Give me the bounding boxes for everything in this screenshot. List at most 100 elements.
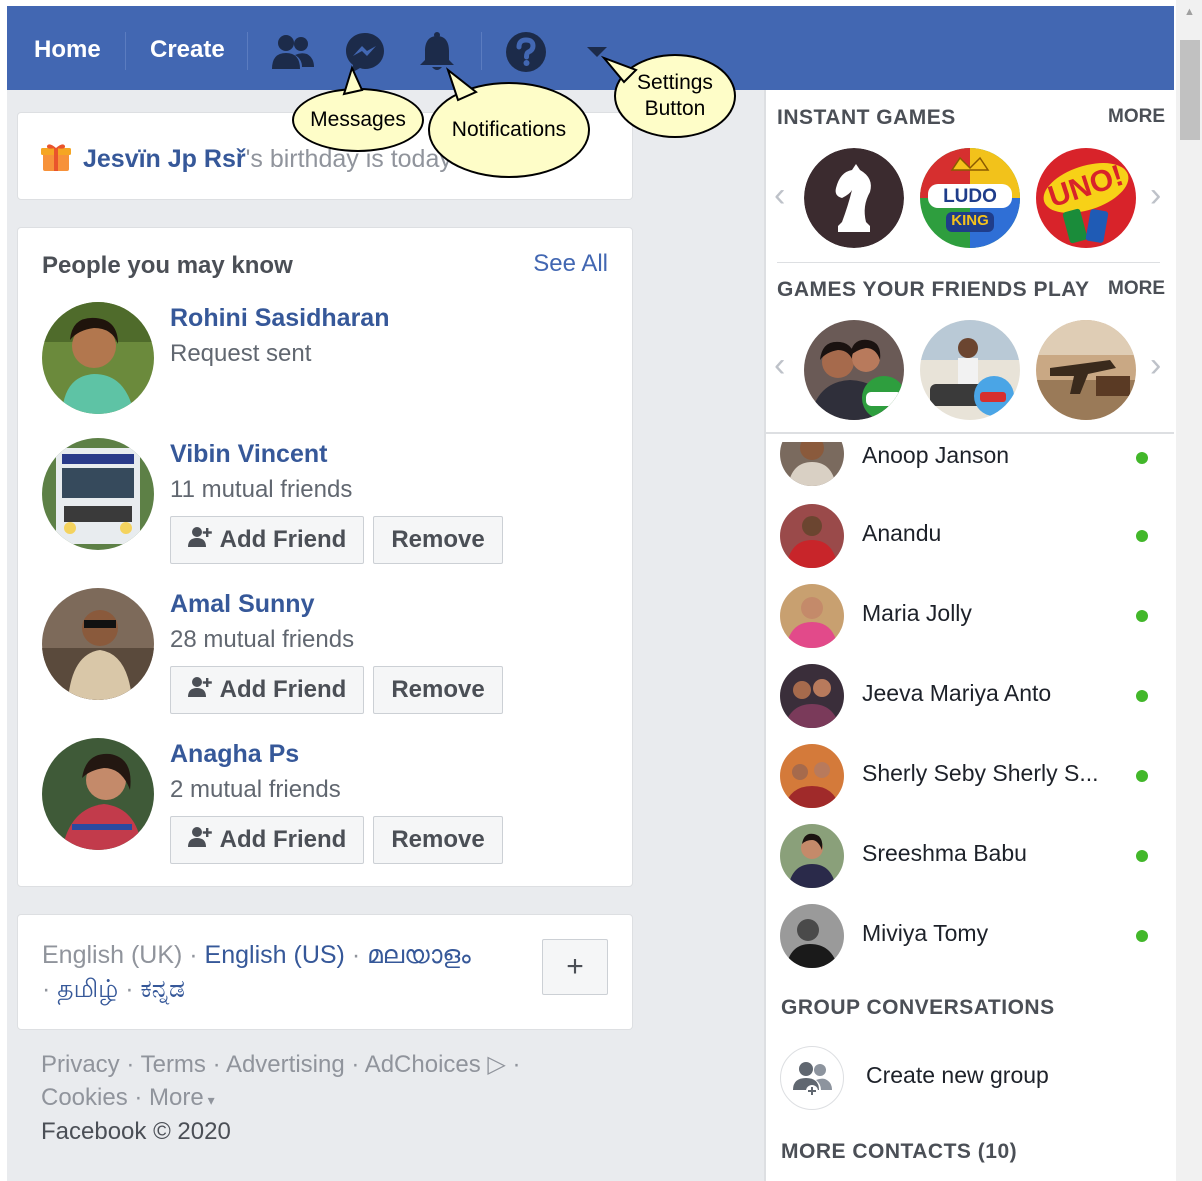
pymk-person: Rohini Sasidharan Request sent — [42, 302, 602, 422]
settings-callout: Settings Button — [614, 54, 736, 138]
person-name-link[interactable]: Anagha Ps — [170, 740, 299, 769]
nav-divider — [481, 32, 482, 70]
add-friend-button[interactable]: Add Friend — [170, 516, 364, 564]
birthday-text: Jesvïn Jp Rsř's birthday is today — [83, 145, 452, 174]
footer-privacy-link[interactable]: Privacy — [41, 1051, 120, 1078]
home-link[interactable]: Home — [34, 36, 101, 64]
avatar — [780, 904, 844, 968]
person-name-link[interactable]: Rohini Sasidharan — [170, 304, 389, 333]
chevron-right-icon[interactable]: › — [1150, 346, 1161, 385]
add-friend-icon — [187, 826, 212, 855]
people-you-may-know-card: People you may know See All Rohini Sasid… — [17, 227, 633, 887]
remove-button[interactable]: Remove — [373, 816, 503, 864]
avatar — [780, 584, 844, 648]
chevron-left-icon[interactable]: ‹ — [774, 346, 785, 385]
page-scrollbar[interactable]: ▲ — [1176, 0, 1202, 1181]
friends-games-more-link[interactable]: MORE — [1108, 278, 1165, 300]
nav-divider — [247, 32, 248, 70]
add-friend-button[interactable]: Add Friend — [170, 666, 364, 714]
languages-card: English (UK) · English (US) · മലയാളം · த… — [17, 914, 633, 1030]
messages-callout-label: Messages — [310, 108, 406, 131]
footer-more-link[interactable]: More — [149, 1084, 204, 1111]
more-contacts-title: MORE CONTACTS (10) — [781, 1140, 1018, 1163]
instant-games-more-link[interactable]: MORE — [1108, 106, 1165, 128]
scroll-up-arrow-icon[interactable]: ▲ — [1184, 6, 1195, 18]
contact-item[interactable]: Sreeshma Babu — [780, 824, 1160, 890]
see-all-link[interactable]: See All — [533, 250, 608, 278]
language-line: English (UK) · English (US) · മലയാളം — [42, 941, 471, 970]
contact-item[interactable]: Sherly Seby Sherly S... — [780, 744, 1160, 810]
language-link-tamil[interactable]: தமிழ் — [57, 975, 118, 1003]
avatar[interactable] — [42, 588, 154, 700]
top-navigation-bar: Home Create — [7, 6, 1174, 90]
contact-item[interactable]: Anandu — [780, 504, 1160, 570]
birthday-person-link[interactable]: Jesvïn Jp Rsř — [83, 145, 246, 173]
avatar — [780, 744, 844, 808]
add-language-button[interactable]: + — [542, 939, 608, 995]
footer-terms-link[interactable]: Terms — [141, 1051, 206, 1078]
pymk-person: Amal Sunny 28 mutual friends Add Friend … — [42, 588, 602, 714]
avatar[interactable] — [42, 738, 154, 850]
add-friend-label: Add Friend — [219, 826, 347, 853]
person-name-link[interactable]: Amal Sunny — [170, 590, 314, 619]
friends-games-title: GAMES YOUR FRIENDS PLAY — [777, 278, 1090, 301]
group-conversations-title: GROUP CONVERSATIONS — [781, 996, 1055, 1019]
uno-game-icon[interactable]: UNO! — [1036, 148, 1136, 248]
language-link-kannada[interactable]: ಕನ್ನಡ — [141, 975, 185, 1003]
online-status-dot — [1136, 530, 1148, 542]
chess-game-icon[interactable] — [804, 148, 904, 248]
person-mutual-friends: 2 mutual friends — [170, 776, 341, 803]
friend-game-shooter[interactable] — [1036, 320, 1136, 420]
friend-game-hill-climb[interactable] — [920, 320, 1020, 420]
notifications-callout: Notifications — [428, 82, 590, 178]
pymk-person: Vibin Vincent 11 mutual friends Add Frie… — [42, 438, 602, 564]
chevron-left-icon[interactable]: ‹ — [774, 176, 785, 215]
chevron-down-icon: ▾ — [203, 1092, 215, 1108]
section-divider — [766, 432, 1174, 434]
plus-icon: + — [566, 950, 584, 983]
avatar[interactable] — [42, 302, 154, 414]
chevron-right-icon[interactable]: › — [1150, 176, 1161, 215]
scrollbar-thumb[interactable] — [1180, 40, 1200, 140]
pymk-title: People you may know — [42, 252, 293, 279]
adchoices-icon: ▷ — [480, 1051, 506, 1078]
messenger-icon[interactable] — [343, 30, 387, 74]
friend-game-ludo[interactable] — [804, 320, 904, 420]
notifications-bell-icon[interactable] — [415, 30, 459, 74]
separator: · — [182, 941, 205, 969]
footer-links: Privacy · Terms · Advertising · AdChoice… — [41, 1051, 521, 1078]
contact-name: Sreeshma Babu — [862, 840, 1027, 866]
language-link-malayalam[interactable]: മലയാളം — [367, 941, 471, 969]
create-new-group-item[interactable]: Create new group — [780, 1046, 1160, 1112]
add-friend-label: Add Friend — [219, 676, 347, 703]
online-status-dot — [1136, 850, 1148, 862]
contact-item[interactable]: Miviya Tomy — [780, 904, 1160, 970]
footer-advertising-link[interactable]: Advertising — [226, 1051, 345, 1078]
contact-item[interactable]: Jeeva Mariya Anto — [780, 664, 1160, 730]
footer-copyright: Facebook © 2020 — [41, 1118, 231, 1145]
person-mutual-friends: 11 mutual friends — [170, 476, 353, 503]
remove-label: Remove — [391, 826, 485, 853]
footer-adchoices-link[interactable]: AdChoices — [365, 1051, 481, 1078]
settings-dropdown-icon[interactable] — [577, 30, 617, 74]
avatar[interactable] — [42, 438, 154, 550]
ludo-king-game-icon[interactable]: LUDO KING — [920, 148, 1020, 248]
remove-button[interactable]: Remove — [373, 516, 503, 564]
avatar — [780, 504, 844, 568]
notifications-callout-label: Notifications — [451, 118, 567, 141]
section-divider — [777, 262, 1160, 263]
pymk-person: Anagha Ps 2 mutual friends Add Friend Re… — [42, 738, 602, 864]
create-link[interactable]: Create — [150, 36, 225, 64]
help-question-icon[interactable] — [504, 30, 548, 74]
person-name-link[interactable]: Vibin Vincent — [170, 440, 327, 469]
friend-requests-icon[interactable] — [271, 30, 315, 74]
language-link-english-us[interactable]: English (US) — [205, 941, 345, 969]
ludo-king-text: KING — [951, 212, 989, 229]
add-friend-button[interactable]: Add Friend — [170, 816, 364, 864]
contact-name: Maria Jolly — [862, 600, 972, 626]
footer-cookies-link[interactable]: Cookies — [41, 1084, 128, 1111]
footer-links: Cookies · More ▾ — [41, 1084, 215, 1111]
contact-item[interactable]: Maria Jolly — [780, 584, 1160, 650]
create-new-group-label: Create new group — [866, 1062, 1049, 1088]
remove-button[interactable]: Remove — [373, 666, 503, 714]
